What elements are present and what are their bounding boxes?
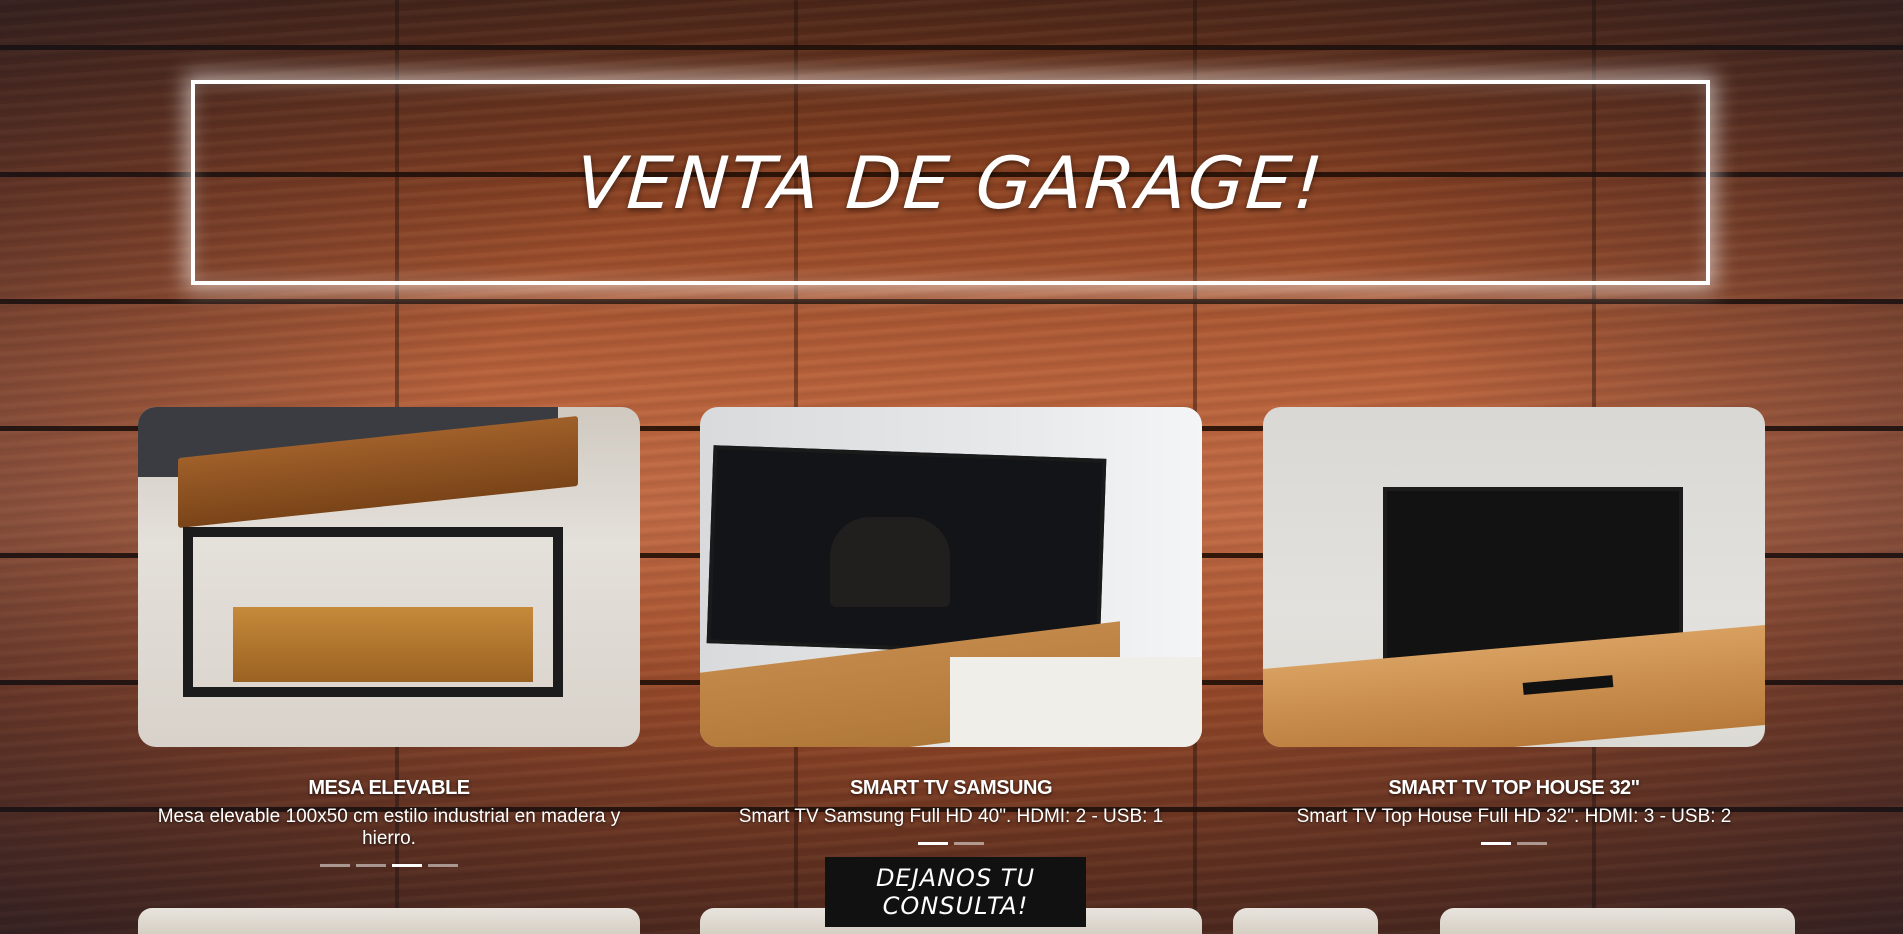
product-description: Mesa elevable 100x50 cm estilo industria… bbox=[157, 806, 621, 849]
contact-button[interactable]: DEJANOS TU CONSULTA! bbox=[825, 857, 1086, 927]
product-image-mesa-elevable[interactable] bbox=[138, 407, 640, 747]
product-description: Smart TV Samsung Full HD 40". HDMI: 2 - … bbox=[738, 806, 1164, 827]
product-card-next-row[interactable] bbox=[1440, 908, 1795, 934]
carousel-dot[interactable] bbox=[954, 842, 984, 845]
hero-banner: VENTA DE GARAGE! bbox=[191, 80, 1710, 285]
carousel-indicators bbox=[1263, 842, 1765, 845]
product-card-smart-tv-samsung[interactable]: SMART TV SAMSUNG Smart TV Samsung Full H… bbox=[700, 407, 1202, 845]
product-name: SMART TV SAMSUNG bbox=[850, 777, 1053, 799]
product-card-next-row[interactable] bbox=[1233, 908, 1378, 934]
carousel-indicators bbox=[138, 864, 640, 867]
product-name: MESA ELEVABLE bbox=[308, 777, 470, 799]
carousel-dot-active[interactable] bbox=[1481, 842, 1511, 845]
carousel-dot[interactable] bbox=[1517, 842, 1547, 845]
page-title: VENTA DE GARAGE! bbox=[573, 140, 1328, 225]
carousel-dot[interactable] bbox=[428, 864, 458, 867]
product-name: SMART TV TOP HOUSE 32" bbox=[1388, 777, 1640, 799]
product-image-smart-tv-top-house[interactable] bbox=[1263, 407, 1765, 747]
product-card-next-row[interactable] bbox=[138, 908, 640, 934]
product-description: Smart TV Top House Full HD 32". HDMI: 3 … bbox=[1296, 806, 1732, 827]
product-card-smart-tv-top-house[interactable]: SMART TV TOP HOUSE 32" Smart TV Top Hous… bbox=[1263, 407, 1765, 845]
product-card-mesa-elevable[interactable]: MESA ELEVABLE Mesa elevable 100x50 cm es… bbox=[138, 407, 640, 867]
product-image-smart-tv-samsung[interactable] bbox=[700, 407, 1202, 747]
carousel-dot-active[interactable] bbox=[392, 864, 422, 867]
carousel-dot-active[interactable] bbox=[918, 842, 948, 845]
carousel-dot[interactable] bbox=[320, 864, 350, 867]
carousel-dot[interactable] bbox=[356, 864, 386, 867]
carousel-indicators bbox=[700, 842, 1202, 845]
